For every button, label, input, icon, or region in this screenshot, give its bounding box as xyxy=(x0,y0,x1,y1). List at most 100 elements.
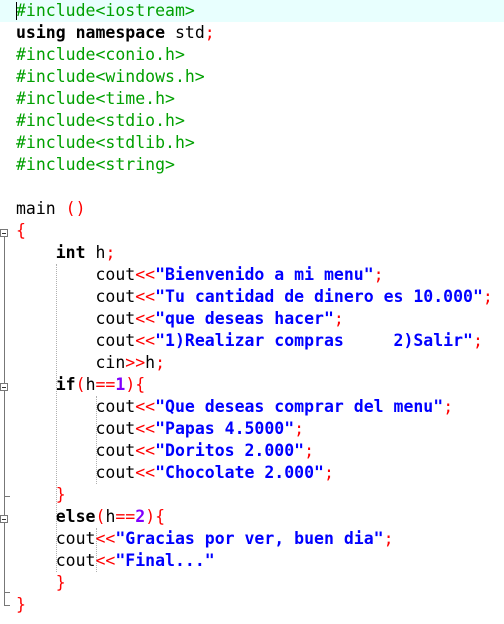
code-line[interactable]: #include<windows.h> xyxy=(0,66,504,88)
code-text: #include<conio.h> xyxy=(16,44,185,66)
code-token: #include<windows.h> xyxy=(16,67,205,86)
code-token: cout xyxy=(16,463,136,482)
code-token: ; xyxy=(105,243,116,262)
code-line[interactable]: #include<string> xyxy=(0,154,504,176)
code-line[interactable]: cin>>h; xyxy=(0,352,504,374)
code-text: cout<<"Papas 4.5000"; xyxy=(16,418,304,440)
code-text: #include<string> xyxy=(16,154,175,176)
code-text: cout<<"Que deseas comprar del menu"; xyxy=(16,396,453,418)
code-token: using namespace xyxy=(16,23,166,42)
code-line[interactable]: #include<time.h> xyxy=(0,88,504,110)
code-token: h xyxy=(105,507,116,526)
code-token: cin xyxy=(16,353,126,372)
code-token: << xyxy=(135,419,156,438)
code-line[interactable]: #include<stdio.h> xyxy=(0,110,504,132)
code-line[interactable]: cout<<"Que deseas comprar del menu"; xyxy=(0,396,504,418)
text-caret xyxy=(16,2,17,20)
code-line[interactable]: #include<stdlib.h> xyxy=(0,132,504,154)
code-line[interactable]: } xyxy=(0,594,504,616)
code-line[interactable]: cout<<"Doritos 2.000"; xyxy=(0,440,504,462)
code-token: "Chocolate 2.000" xyxy=(155,463,324,482)
code-token: == xyxy=(115,507,136,526)
code-line[interactable]: { xyxy=(0,220,504,242)
fold-else-end xyxy=(4,592,10,593)
code-token: "Papas 4.5000" xyxy=(155,419,295,438)
code-token: << xyxy=(135,331,156,350)
code-text: cout<<"Final..." xyxy=(16,550,215,572)
code-text: } xyxy=(16,484,66,506)
fold-if-icon[interactable] xyxy=(0,383,8,391)
code-text: #include<iostream> xyxy=(16,0,195,22)
code-line[interactable]: if(h==1){ xyxy=(0,374,504,396)
code-token: "Final..." xyxy=(115,551,215,570)
code-line[interactable]: int h; xyxy=(0,242,504,264)
code-text: #include<windows.h> xyxy=(16,66,205,88)
code-text: #include<time.h> xyxy=(16,88,175,110)
code-text: cout<<"que deseas hacer"; xyxy=(16,308,344,330)
code-line[interactable]: cout<<"Final..." xyxy=(0,550,504,572)
code-token: ; xyxy=(155,353,166,372)
code-token: << xyxy=(135,287,156,306)
code-token: #include<string> xyxy=(16,155,175,174)
code-token: ; xyxy=(333,309,344,328)
code-line[interactable]: } xyxy=(0,572,504,594)
code-token: cout xyxy=(16,265,136,284)
code-text: cout<<"Tu cantidad de dinero es 10.000"; xyxy=(16,286,493,308)
code-line[interactable]: } xyxy=(0,484,504,506)
code-line[interactable]: using namespace std; xyxy=(0,22,504,44)
code-token: == xyxy=(95,375,116,394)
code-token: ; xyxy=(304,441,315,460)
code-line[interactable]: cout<<"1)Realizar compras 2)Salir"; xyxy=(0,330,504,352)
code-token: "Que deseas comprar del menu" xyxy=(155,397,444,416)
code-line[interactable]: cout<<"Bienvenido a mi menu"; xyxy=(0,264,504,286)
code-token: >> xyxy=(125,353,146,372)
code-token: 2 xyxy=(135,507,146,526)
fold-main-line xyxy=(4,237,5,605)
code-line[interactable]: cout<<"Gracias por ver, buen dia"; xyxy=(0,528,504,550)
code-text: } xyxy=(16,594,26,616)
fold-if-end xyxy=(4,496,10,497)
code-token: "Doritos 2.000" xyxy=(155,441,305,460)
code-text: cin>>h; xyxy=(16,352,165,374)
code-token: ; xyxy=(443,397,454,416)
code-line[interactable] xyxy=(0,176,504,198)
code-token: int xyxy=(55,243,86,262)
code-token: cout xyxy=(16,419,136,438)
code-token: cout xyxy=(16,441,136,460)
code-text: } xyxy=(16,572,66,594)
code-line[interactable]: cout<<"que deseas hacer"; xyxy=(0,308,504,330)
code-token: h xyxy=(85,243,106,262)
code-token: ; xyxy=(472,331,483,350)
code-token: ){ xyxy=(145,507,166,526)
code-line[interactable]: #include<conio.h> xyxy=(0,44,504,66)
code-text: #include<stdio.h> xyxy=(16,110,185,132)
code-text: cout<<"1)Realizar compras 2)Salir"; xyxy=(16,330,483,352)
code-token: ){ xyxy=(125,375,146,394)
code-line[interactable]: else(h==2){ xyxy=(0,506,504,528)
fold-main-icon[interactable] xyxy=(0,229,8,237)
code-token: #include<stdlib.h> xyxy=(16,133,195,152)
code-line[interactable]: cout<<"Chocolate 2.000"; xyxy=(0,462,504,484)
code-line[interactable]: main () xyxy=(0,198,504,220)
fold-else-icon[interactable] xyxy=(0,515,8,523)
code-token: { xyxy=(16,221,26,240)
code-token: h xyxy=(145,353,156,372)
code-line[interactable]: cout<<"Papas 4.5000"; xyxy=(0,418,504,440)
code-text: if(h==1){ xyxy=(16,374,145,396)
code-token: << xyxy=(135,265,156,284)
code-text: else(h==2){ xyxy=(16,506,165,528)
code-token: << xyxy=(95,551,116,570)
code-token: ; xyxy=(323,463,334,482)
code-editor[interactable]: #include<iostream> using namespace std; #i… xyxy=(0,0,504,624)
code-text: #include<stdlib.h> xyxy=(16,132,195,154)
code-line[interactable]: #include<iostream> xyxy=(0,0,504,22)
code-line[interactable]: cout<<"Tu cantidad de dinero es 10.000"; xyxy=(0,286,504,308)
indent-guide-else xyxy=(96,528,97,572)
code-token: ; xyxy=(482,287,493,306)
code-token: } xyxy=(16,595,26,614)
indent-guide-main xyxy=(56,264,57,572)
code-token: if xyxy=(55,375,76,394)
